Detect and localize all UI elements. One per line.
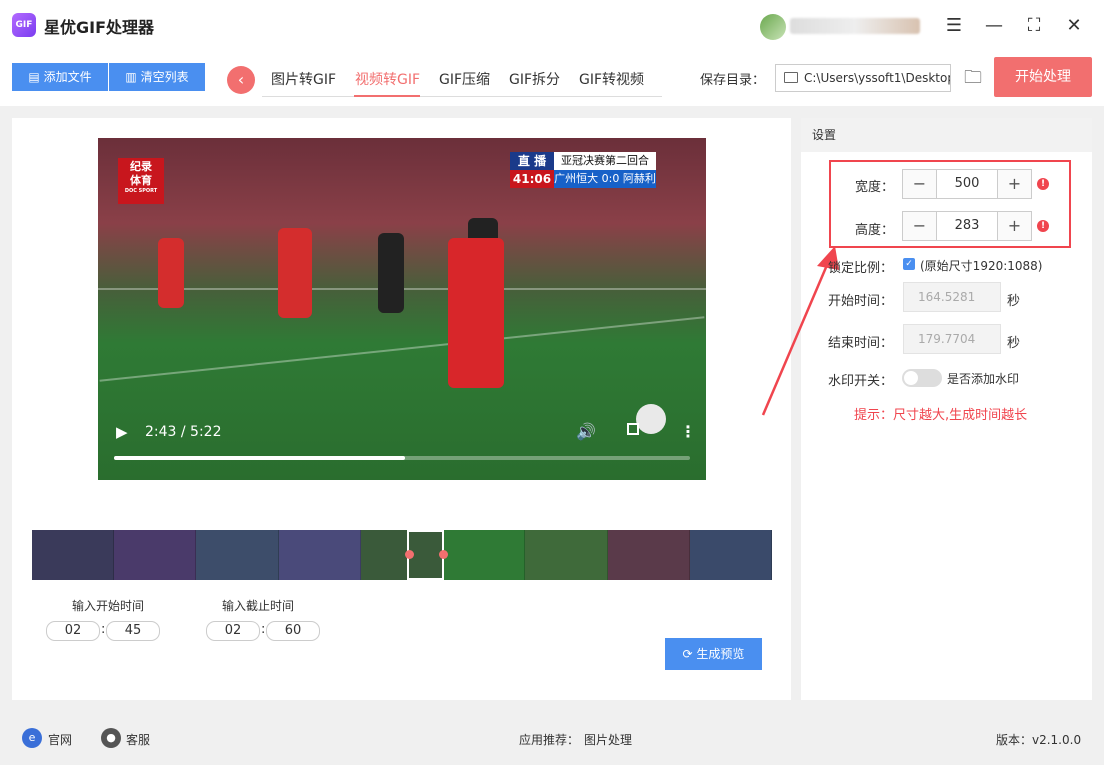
settings-sliders-icon[interactable]: ☰ [942,14,966,38]
timeline-start-handle[interactable] [405,550,414,559]
end-minute-input[interactable]: 02 [206,621,260,641]
original-size-note: (原始尺寸1920:1088) [920,259,1043,273]
timeline-frame [607,530,690,580]
add-file-button[interactable]: ▤ 添加文件 [12,63,108,91]
open-folder-icon[interactable]: 🗀 [961,66,985,90]
timeline-frame [443,530,526,580]
clear-list-label: 清空列表 [140,70,189,84]
generate-preview-button[interactable]: ⟳ 生成预览 [665,638,762,670]
highlight-annotation-box [829,160,1071,248]
save-dir-input[interactable]: C:\Users\yssoft1\Desktop [775,64,951,92]
timeline-frame [114,530,197,580]
channel-logo: 纪录 体育 DOC SPORT [118,158,164,204]
tab-gif-to-video[interactable]: GIF转视频 [579,69,644,89]
tab-image-to-gif[interactable]: 图片转GIF [271,69,336,89]
ball [636,404,666,434]
volume-icon[interactable]: 🔊 [576,422,596,441]
seconds-unit: 秒 [1007,336,1021,351]
end-time-setting-label: 结束时间： [828,336,894,351]
player-figure [378,233,404,313]
minimize-button[interactable]: — [982,14,1006,38]
field-line [99,316,705,382]
watermark-label: 水印开关： [828,374,894,389]
timeline-frame [32,530,115,580]
end-second-input[interactable]: 60 [266,621,320,641]
timeline-frame [689,530,772,580]
start-second-input[interactable]: 45 [106,621,160,641]
active-tab-indicator [354,95,420,97]
title-bar [0,0,1104,52]
colon-separator: : [101,622,106,637]
timeline-frame [196,530,279,580]
lock-ratio-checkbox[interactable]: ✓ [903,258,915,270]
more-options-icon[interactable]: ⋮ [680,422,696,441]
save-dir-label: 保存目录： [700,73,766,88]
version-text: 版本：v2.1.0.0 [996,733,1082,747]
play-icon[interactable]: ▶ [116,423,128,441]
start-time-label: 输入开始时间 [72,599,145,613]
recommend-label: 应用推荐： [519,733,580,747]
support-link[interactable]: 客服 [126,731,150,748]
channel-logo-sub: DOC SPORT [124,188,158,194]
fullscreen-icon[interactable] [627,423,639,435]
start-time-field: 164.5281 [903,282,1001,312]
tab-gif-split[interactable]: GIF拆分 [509,69,560,89]
maximize-button[interactable]: ⛶ [1022,14,1046,38]
tab-gif-compress[interactable]: GIF压缩 [439,69,490,89]
tab-divider [262,96,662,97]
end-time-label: 输入截止时间 [222,599,295,613]
start-process-button[interactable]: 开始处理 [994,57,1092,97]
end-time-field: 179.7704 [903,324,1001,354]
player-figure [158,238,184,308]
timeline-frame [525,530,608,580]
generate-preview-label: 生成预览 [696,647,745,661]
settings-header: 设置 [801,118,1092,152]
channel-logo-text: 纪录 体育 [130,160,152,187]
add-file-label: 添加文件 [43,70,92,84]
live-tag: 直 播 [510,152,554,170]
app-logo-icon: GIF [12,13,36,37]
player-figure [278,228,312,318]
timeline-end-handle[interactable] [439,550,448,559]
chat-bubble-icon[interactable]: ● [101,728,121,748]
tab-video-to-gif[interactable]: 视频转GIF [355,69,420,89]
start-minute-input[interactable]: 02 [46,621,100,641]
watermark-toggle-knob [904,371,918,385]
avatar[interactable] [760,14,786,40]
live-title: 亚冠决赛第二回合 [554,152,656,170]
hint-text: 提示：尺寸越大,生成时间越长 [854,408,1028,423]
live-match-time: 41:06 [510,170,554,188]
refresh-icon: ⟳ [682,647,697,661]
ie-browser-icon[interactable]: e [22,728,42,748]
video-time: 2:43 / 5:22 [145,424,222,440]
colon-separator: : [261,622,266,637]
website-link[interactable]: 官网 [48,731,72,748]
recommend-app-link[interactable]: 图片处理 [584,731,632,748]
trash-icon: ▥ [125,70,141,84]
clear-list-button[interactable]: ▥ 清空列表 [109,63,205,91]
timeline-frame [278,530,361,580]
user-name-blurred [790,18,920,34]
lock-ratio-label: 锁定比例： [828,261,894,276]
watermark-note: 是否添加水印 [947,372,1020,386]
player-figure [448,238,504,388]
video-progress-fill [114,456,405,460]
seconds-unit: 秒 [1007,294,1021,309]
back-button[interactable]: ‹ [227,66,255,94]
app-title: 星优GIF处理器 [44,18,155,37]
start-time-setting-label: 开始时间： [828,294,894,309]
close-button[interactable]: ✕ [1062,14,1086,38]
live-score: 广州恒大 0:0 阿赫利 [554,170,656,188]
timeline-filmstrip[interactable] [32,530,772,580]
file-icon: ▤ [28,70,44,84]
folder-small-icon [784,72,798,83]
